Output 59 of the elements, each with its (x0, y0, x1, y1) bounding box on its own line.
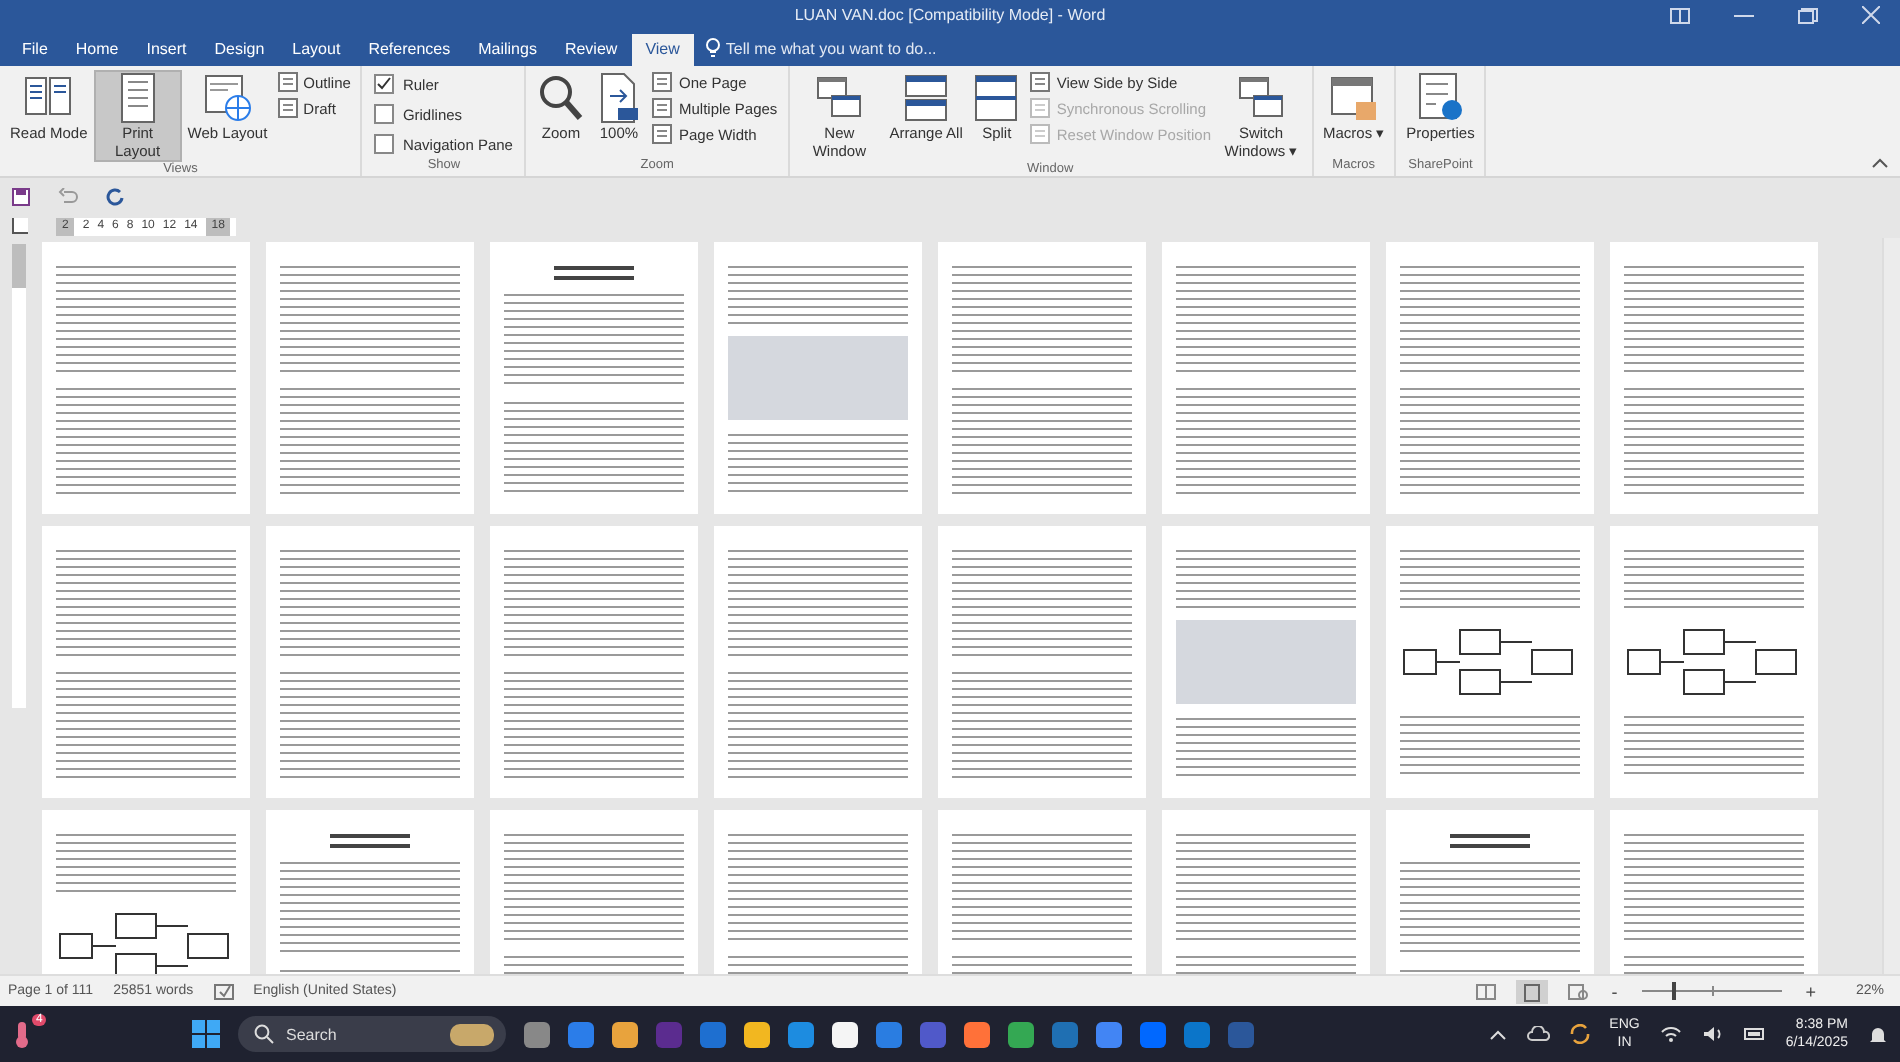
app-icon[interactable] (964, 1021, 990, 1047)
ribbon-tab[interactable]: References (354, 34, 465, 66)
checkbox[interactable] (374, 74, 395, 94)
magnifier-icon (536, 72, 585, 124)
web-layout-icon[interactable] (1567, 983, 1588, 999)
wifi-icon[interactable] (1659, 1026, 1682, 1042)
ribbon-tab[interactable]: View (631, 34, 694, 66)
search-highlight-picture (450, 1023, 494, 1045)
tell-me-field[interactable]: Tell me what you want to do... (693, 38, 998, 66)
ribbon-tab[interactable]: Layout (278, 34, 355, 66)
page-icon (277, 72, 298, 92)
zoom-out-button[interactable]: - (1607, 981, 1622, 1001)
chevron-up-icon[interactable] (1489, 1029, 1506, 1039)
ribbon-display-icon[interactable] (1670, 7, 1690, 23)
speaker-icon[interactable] (1701, 1026, 1724, 1042)
read-mode-icon[interactable] (1475, 983, 1496, 999)
two-pages-icon (1030, 98, 1051, 118)
tab-selector-icon[interactable] (12, 218, 28, 234)
save-icon[interactable] (12, 187, 30, 205)
macro-sheet-icon (1329, 72, 1378, 124)
proofing-icon[interactable] (213, 983, 234, 999)
search-icon (254, 1024, 274, 1044)
window-title: LUAN VAN.doc [Compatibility Mode] - Word (794, 6, 1106, 24)
close-icon[interactable] (1862, 6, 1880, 24)
properties-icon (1416, 72, 1465, 124)
ribbon-tab[interactable]: Design (200, 34, 279, 66)
battery-icon[interactable] (1743, 1026, 1766, 1042)
app-icon[interactable] (832, 1021, 858, 1047)
sync-icon[interactable] (1569, 1024, 1590, 1044)
start-icon[interactable] (192, 1020, 220, 1048)
cloud-icon[interactable] (1525, 1026, 1550, 1042)
ribbon-tab[interactable]: Review (550, 34, 632, 66)
restore-icon[interactable] (1798, 7, 1818, 23)
globe-page-icon (203, 72, 252, 124)
two-pages-icon (1030, 124, 1051, 144)
ribbon-tab[interactable]: Insert (132, 34, 201, 66)
two-pages-icon (1030, 72, 1051, 92)
search-field[interactable]: Search (238, 1016, 506, 1052)
checkbox[interactable] (374, 134, 395, 154)
page-icon (652, 72, 673, 92)
ribbon-tab[interactable]: File (8, 34, 62, 66)
zoom-in-button[interactable]: + (1801, 981, 1820, 1001)
notification-bell-icon[interactable] (1868, 1023, 1888, 1045)
lightbulb-icon (705, 38, 720, 58)
app-icon[interactable] (612, 1021, 638, 1047)
two-pages-icon (652, 98, 673, 118)
redo-icon[interactable] (106, 187, 124, 205)
thermometer-icon[interactable] (12, 1020, 32, 1048)
collapse-ribbon-icon[interactable] (1872, 158, 1888, 168)
ribbon-tab[interactable]: Mailings (464, 34, 551, 66)
page-icon (277, 98, 298, 118)
split-window-icon (972, 72, 1021, 124)
app-icon[interactable] (744, 1021, 770, 1047)
page-width-icon (652, 124, 673, 144)
stacked-windows-icon (902, 72, 951, 124)
print-layout-icon[interactable] (1515, 979, 1548, 1003)
ribbon-tab[interactable]: Home (61, 34, 133, 66)
zoom-slider-thumb[interactable] (1672, 982, 1677, 1000)
checkbox[interactable] (374, 104, 395, 124)
